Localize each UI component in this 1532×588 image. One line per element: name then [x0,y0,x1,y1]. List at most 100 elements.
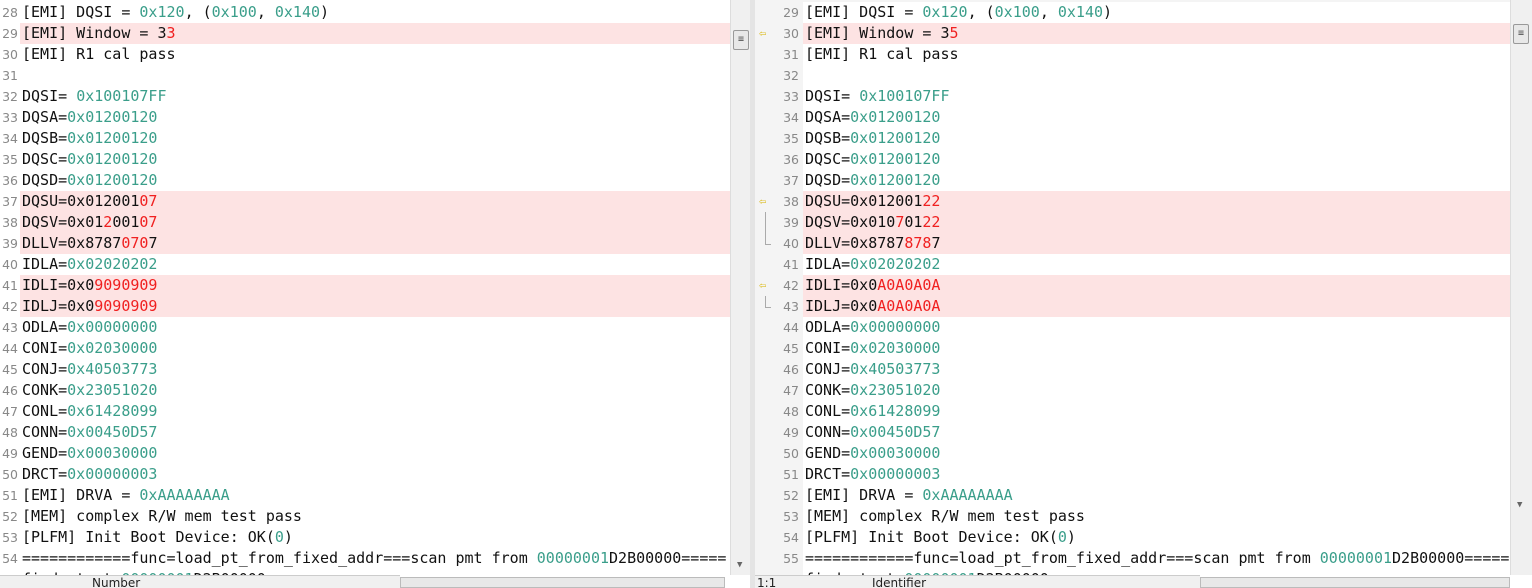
line-text: [MEM] complex R/W mem test pass [20,506,730,527]
code-line[interactable]: 52 [MEM] complex R/W mem test pass [0,506,730,527]
text-segment: D2B00000===== [609,549,727,567]
code-line[interactable]: 50 GEND=0x00030000 [755,443,1510,464]
code-line[interactable]: 53 [MEM] complex R/W mem test pass [755,506,1510,527]
number-literal: 0x00030000 [850,444,941,462]
code-line[interactable]: 32 DQSI= 0x100107FF [0,86,730,107]
code-line[interactable]: 39 DQSV=0x01070122 [755,212,1510,233]
code-line[interactable]: 41 IDLA=0x02020202 [755,254,1510,275]
code-line[interactable]: 30 [EMI] R1 cal pass [0,44,730,65]
line-text: DQSU=0x01200122 [803,191,1510,212]
code-line[interactable]: 38 ⇦ DQSU=0x01200122 [755,191,1510,212]
text-segment: CONK= [22,381,68,399]
code-line[interactable]: 41 IDLI=0x09090909 [0,275,730,296]
code-line[interactable]: 29 [EMI] DQSI = 0x120, (0x100, 0x140) [755,2,1510,23]
code-line[interactable]: 54 ============func=load_pt_from_fixed_ad… [0,548,730,569]
text-segment: DQSB= [22,129,68,147]
line-text: DQSB=0x01200120 [803,128,1510,149]
code-line[interactable]: 51 [EMI] DRVA = 0xAAAAAAAA [0,485,730,506]
text-segment: DQSD= [22,171,68,189]
text-segment: DQSA= [805,108,851,126]
code-line[interactable]: 47 CONK=0x23051020 [755,380,1510,401]
code-line[interactable]: 34 DQSB=0x01200120 [0,128,730,149]
code-line[interactable]: 37 DQSU=0x01200107 [0,191,730,212]
text-segment: IDLJ=0x0 [22,297,95,315]
code-line[interactable]: 48 CONN=0x00450D57 [0,422,730,443]
text-segment: CONN= [22,423,68,441]
code-line[interactable]: 55 ============func=load_pt_from_fixed_ad… [755,548,1510,569]
code-line[interactable]: 39 DLLV=0x87870707 [0,233,730,254]
line-number: 53 [2,530,18,545]
code-line[interactable]: 35 DQSC=0x01200120 [0,149,730,170]
code-line[interactable]: 31 [0,65,730,86]
text-segment: 7 [148,234,158,252]
code-line[interactable]: 32 [755,65,1510,86]
code-line[interactable]: 38 DQSV=0x01200107 [0,212,730,233]
code-line[interactable]: 33 DQSA=0x01200120 [0,107,730,128]
code-line[interactable]: 35 DQSB=0x01200120 [755,128,1510,149]
code-line[interactable]: 42 ⇦ IDLI=0x0A0A0A0A [755,275,1510,296]
text-segment: CONN= [805,423,851,441]
code-line[interactable]: 43 IDLJ=0x0A0A0A0A [755,296,1510,317]
code-line[interactable]: 34 DQSA=0x01200120 [755,107,1510,128]
code-line[interactable]: 31 [EMI] R1 cal pass [755,44,1510,65]
line-text: DQSD=0x01200120 [20,170,730,191]
status-field-type: Identifier [872,576,927,588]
right-editor-pane[interactable]: 29 [EMI] DQSI = 0x120, (0x100, 0x140) 30 ⇦ [… [755,0,1510,575]
code-line[interactable]: 42 IDLJ=0x09090909 [0,296,730,317]
line-text: CONK=0x23051020 [803,380,1510,401]
diff-bracket [765,212,771,233]
code-line[interactable]: 45 CONJ=0x40503773 [0,359,730,380]
line-text: DLLV=0x87870707 [20,233,730,254]
code-line[interactable]: 33 DQSI= 0x100107FF [755,86,1510,107]
code-line[interactable]: 52 [EMI] DRVA = 0xAAAAAAAA [755,485,1510,506]
right-vertical-scrollbar[interactable]: ≡ ▼ [1510,0,1532,575]
code-line[interactable]: 54 [PLFM] Init Boot Device: OK(0) [755,527,1510,548]
code-line[interactable]: 46 CONJ=0x40503773 [755,359,1510,380]
code-line[interactable]: 46 CONK=0x23051020 [0,380,730,401]
code-line[interactable]: 53 [PLFM] Init Boot Device: OK(0) [0,527,730,548]
code-line[interactable]: 36 DQSC=0x01200120 [755,149,1510,170]
text-segment: GEND= [22,444,68,462]
changed-text: 3 [166,24,176,42]
code-line[interactable]: 48 CONL=0x61428099 [755,401,1510,422]
line-number: 53 [783,509,799,524]
number-literal: 0x100107FF [76,87,167,105]
line-text: DQSV=0x01070122 [803,212,1510,233]
line-number: 31 [783,47,799,62]
grip-icon[interactable]: ≡ [1513,24,1529,44]
arrow-left-icon[interactable]: ⇦ [759,27,766,39]
code-line[interactable]: 43 ODLA=0x00000000 [0,317,730,338]
line-number: 55 [783,551,799,566]
code-line[interactable]: 28 [EMI] DQSI = 0x120, (0x100, 0x140) [0,2,730,23]
arrow-left-icon[interactable]: ⇦ [759,279,766,291]
left-vertical-scrollbar[interactable]: ≡ ▼ [730,0,750,575]
code-line[interactable]: 49 GEND=0x00030000 [0,443,730,464]
text-segment: IDLJ=0x0 [805,297,878,315]
code-line[interactable]: 29 [EMI] Window = 33 [0,23,730,44]
code-line[interactable]: 45 CONI=0x02030000 [755,338,1510,359]
arrow-left-icon[interactable]: ⇦ [759,195,766,207]
code-line[interactable]: 49 CONN=0x00450D57 [755,422,1510,443]
code-line[interactable]: 50 DRCT=0x00000003 [0,464,730,485]
code-line[interactable]: 44 CONI=0x02030000 [0,338,730,359]
right-horizontal-scrollbar[interactable] [1200,577,1510,588]
code-line[interactable]: 36 DQSD=0x01200120 [0,170,730,191]
number-literal: 0x40503773 [67,360,158,378]
text-segment: DLLV=0x8787 [22,234,122,252]
code-line[interactable]: 44 ODLA=0x00000000 [755,317,1510,338]
left-editor-pane[interactable]: 28 [EMI] DQSI = 0x120, (0x100, 0x140) 29 [E… [0,0,730,575]
code-line[interactable]: 40 DLLV=0x87878787 [755,233,1510,254]
code-line[interactable]: 30 ⇦ [EMI] Window = 35 [755,23,1510,44]
scroll-down-arrow-icon[interactable]: ▼ [1517,500,1522,510]
code-line[interactable]: 40 IDLA=0x02020202 [0,254,730,275]
scroll-down-arrow-icon[interactable]: ▼ [737,560,742,570]
code-line[interactable]: 51 DRCT=0x00000003 [755,464,1510,485]
left-horizontal-scrollbar[interactable] [400,577,725,588]
code-line[interactable]: 37 DQSD=0x01200120 [755,170,1510,191]
line-number: 36 [2,173,18,188]
grip-icon[interactable]: ≡ [733,30,749,50]
text-segment: CONI= [805,339,851,357]
line-number: 34 [2,131,18,146]
code-line[interactable]: 47 CONL=0x61428099 [0,401,730,422]
text-segment: [EMI] DRVA = [805,486,923,504]
